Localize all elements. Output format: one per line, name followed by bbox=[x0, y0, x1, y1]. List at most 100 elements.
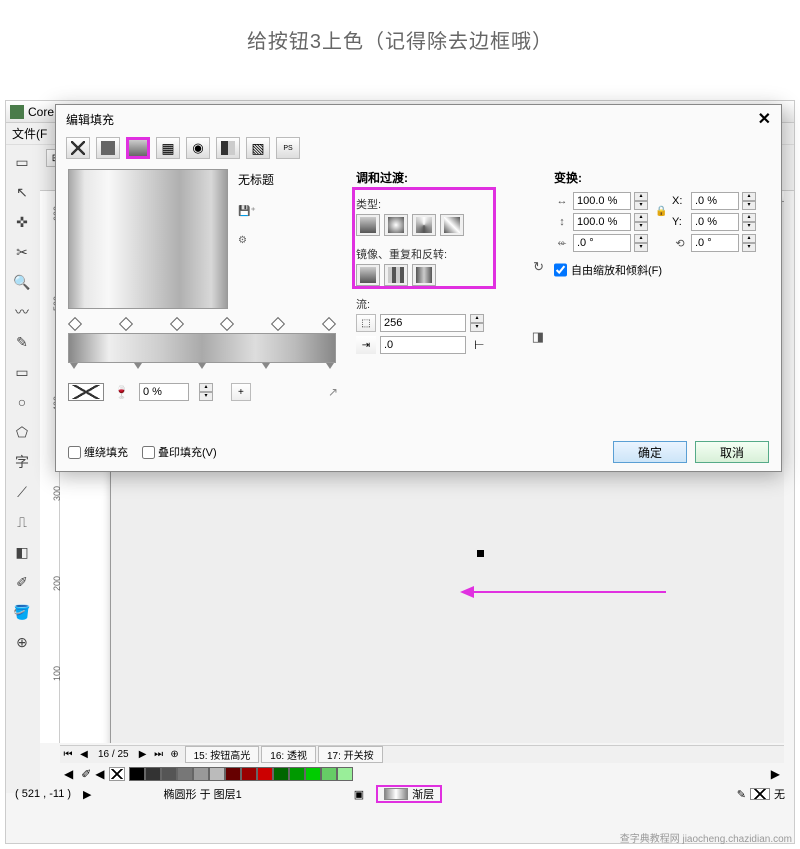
gradient-stop[interactable] bbox=[220, 317, 234, 331]
page-tab-17[interactable]: 17: 开关按 bbox=[318, 746, 383, 763]
x-offset-input[interactable] bbox=[691, 192, 739, 210]
accel-slider-icon[interactable]: ⊢ bbox=[474, 338, 484, 352]
spin-up[interactable]: ▴ bbox=[742, 213, 756, 222]
selection-handle[interactable] bbox=[477, 550, 484, 557]
color-swatch[interactable] bbox=[257, 767, 273, 781]
accel-input[interactable]: .0 bbox=[380, 336, 466, 354]
gradient-midpoint[interactable] bbox=[134, 363, 142, 373]
spin-down[interactable]: ▾ bbox=[634, 243, 648, 252]
gradient-stop[interactable] bbox=[68, 317, 82, 331]
spin-down[interactable]: ▾ bbox=[199, 392, 213, 401]
conical-gradient-btn[interactable] bbox=[412, 214, 436, 236]
texture-fill-tab[interactable] bbox=[246, 137, 270, 159]
gradient-midpoint[interactable] bbox=[198, 363, 206, 373]
pen-tool[interactable]: ✎ bbox=[8, 329, 36, 355]
zoom-tool[interactable]: 🔍 bbox=[8, 269, 36, 295]
eyedropper-icon[interactable]: ✐ bbox=[77, 767, 95, 781]
spin-up[interactable]: ▴ bbox=[199, 383, 213, 392]
gradient-stop[interactable] bbox=[322, 317, 336, 331]
ok-button[interactable]: 确定 bbox=[613, 441, 687, 463]
page-tab-15[interactable]: 15: 按钮高光 bbox=[185, 746, 260, 763]
save-preset-icon[interactable]: 💾⁺ bbox=[238, 206, 274, 217]
fountain-fill-tab[interactable] bbox=[126, 137, 150, 159]
crop-tool[interactable]: ✂ bbox=[8, 239, 36, 265]
radial-gradient-btn[interactable] bbox=[384, 214, 408, 236]
connector-tool[interactable]: ⎍ bbox=[8, 509, 36, 535]
fill-indicator[interactable]: 渐层 bbox=[376, 785, 442, 803]
color-swatch[interactable] bbox=[337, 767, 353, 781]
spin-down[interactable]: ▾ bbox=[634, 222, 648, 231]
gradient-midpoint[interactable] bbox=[326, 363, 334, 373]
color-swatch[interactable] bbox=[321, 767, 337, 781]
square-gradient-btn[interactable] bbox=[440, 214, 464, 236]
repeat-btn[interactable] bbox=[384, 264, 408, 286]
page-prev[interactable]: ◀ bbox=[76, 749, 92, 760]
mirror-btn[interactable] bbox=[412, 264, 436, 286]
color-swatch[interactable] bbox=[145, 767, 161, 781]
reverse-gradient-icon[interactable]: ↻ bbox=[533, 259, 544, 275]
pattern-fill-tab[interactable] bbox=[156, 137, 180, 159]
color-swatch[interactable] bbox=[289, 767, 305, 781]
spin-up[interactable]: ▴ bbox=[470, 314, 484, 323]
dialog-titlebar[interactable]: 编辑填充 ✕ bbox=[56, 105, 781, 133]
fill-tool[interactable]: 🪣 bbox=[8, 599, 36, 625]
freehand-tool[interactable]: 〰 bbox=[8, 299, 36, 325]
align-icon[interactable]: ▣ bbox=[354, 788, 364, 801]
no-fill-tab[interactable] bbox=[66, 137, 90, 159]
vector-fill-tab[interactable] bbox=[186, 137, 210, 159]
stop-color-swatch[interactable] bbox=[68, 383, 104, 401]
gradient-midpoint[interactable] bbox=[262, 363, 270, 373]
position-input[interactable]: + bbox=[231, 383, 251, 401]
opacity-input[interactable]: 0 % bbox=[139, 383, 189, 401]
skew-input[interactable] bbox=[573, 234, 631, 252]
page-tab-16[interactable]: 16: 透视 bbox=[261, 746, 316, 763]
dimension-tool[interactable]: ⟋ bbox=[8, 479, 36, 505]
spin-down[interactable]: ▾ bbox=[742, 243, 756, 252]
no-color-swatch[interactable] bbox=[109, 767, 125, 781]
palette-scroll-right[interactable]: ▶ bbox=[767, 767, 784, 781]
ellipse-tool[interactable]: ○ bbox=[8, 389, 36, 415]
pick-tool-2[interactable]: ↖ bbox=[8, 179, 36, 205]
page-add[interactable]: ⊕ bbox=[167, 749, 183, 760]
wrap-fill-checkbox[interactable]: 缠绕填充 bbox=[68, 444, 128, 460]
spin-down[interactable]: ▾ bbox=[742, 201, 756, 210]
flow-steps-input[interactable]: 256 bbox=[380, 314, 466, 332]
spin-up[interactable]: ▴ bbox=[742, 192, 756, 201]
spin-up[interactable]: ▴ bbox=[742, 234, 756, 243]
color-swatch[interactable] bbox=[241, 767, 257, 781]
color-swatch[interactable] bbox=[161, 767, 177, 781]
height-input[interactable] bbox=[573, 213, 631, 231]
linear-gradient-btn[interactable] bbox=[356, 214, 380, 236]
shape-tool[interactable]: ✜ bbox=[8, 209, 36, 235]
zoom-plus[interactable]: ⊕ bbox=[8, 629, 36, 655]
spin-down[interactable]: ▾ bbox=[742, 222, 756, 231]
color-swatch[interactable] bbox=[209, 767, 225, 781]
default-repeat-btn[interactable] bbox=[356, 264, 380, 286]
postscript-fill-tab[interactable] bbox=[276, 137, 300, 159]
twocolor-fill-tab[interactable] bbox=[216, 137, 240, 159]
color-swatch[interactable] bbox=[177, 767, 193, 781]
cancel-button[interactable]: 取消 bbox=[695, 441, 769, 463]
preset-settings-icon[interactable]: ⚙ bbox=[238, 235, 274, 246]
spin-up[interactable]: ▴ bbox=[634, 213, 648, 222]
outline-indicator[interactable]: ✎ 无 bbox=[737, 786, 785, 802]
gradient-stop[interactable] bbox=[271, 317, 285, 331]
gradient-stop[interactable] bbox=[170, 317, 184, 331]
polygon-tool[interactable]: ⬠ bbox=[8, 419, 36, 445]
palette-scroll-left[interactable]: ◀ bbox=[60, 767, 77, 781]
uniform-fill-tab[interactable] bbox=[96, 137, 120, 159]
spin-up[interactable]: ▴ bbox=[634, 192, 648, 201]
page-first[interactable]: ⏮ bbox=[60, 749, 76, 760]
y-offset-input[interactable] bbox=[691, 213, 739, 231]
gradient-stop[interactable] bbox=[119, 317, 133, 331]
pick-tool[interactable]: ▭ bbox=[8, 149, 36, 175]
color-swatch[interactable] bbox=[273, 767, 289, 781]
close-icon[interactable]: ✕ bbox=[758, 109, 771, 129]
gradient-midpoint[interactable] bbox=[70, 363, 78, 373]
color-swatch[interactable] bbox=[305, 767, 321, 781]
spin-down[interactable]: ▾ bbox=[634, 201, 648, 210]
spin-up[interactable]: ▴ bbox=[634, 234, 648, 243]
effects-tool[interactable]: ◧ bbox=[8, 539, 36, 565]
edit-node-icon[interactable]: ↗ bbox=[328, 385, 338, 399]
color-swatch[interactable] bbox=[129, 767, 145, 781]
